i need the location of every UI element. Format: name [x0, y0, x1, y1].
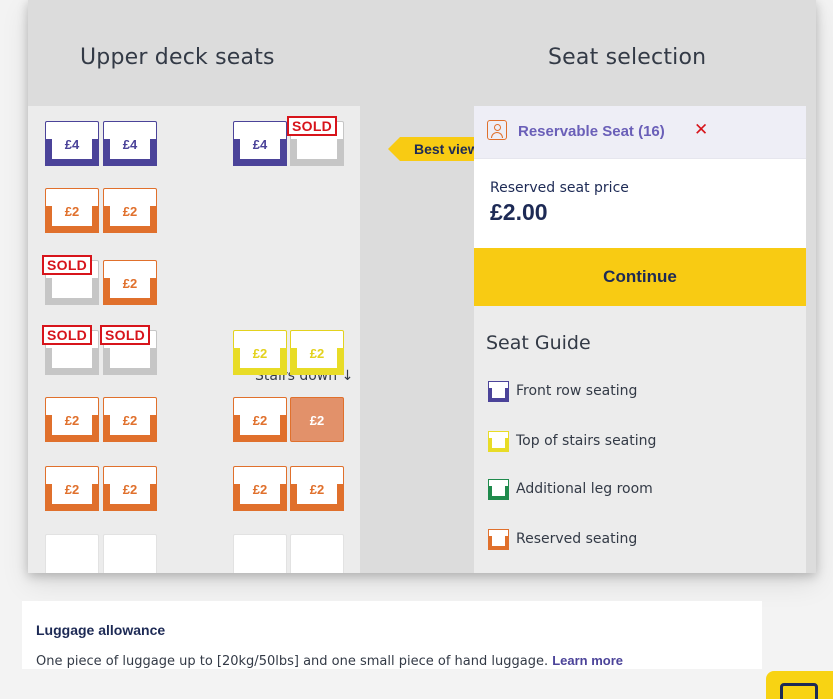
sold-badge: SOLD: [100, 325, 151, 345]
seat[interactable]: £2: [290, 330, 344, 375]
seat-swatch-icon: [488, 529, 509, 550]
seat[interactable]: £2: [45, 397, 99, 442]
seat-price: £2: [252, 346, 268, 361]
luggage-title: Luggage allowance: [36, 622, 166, 638]
seat-sold: SOLD: [42, 325, 99, 375]
seat-price: £2: [122, 276, 138, 291]
seat: [290, 534, 344, 573]
person-icon: [487, 120, 507, 140]
seat-price: £2: [122, 413, 138, 428]
close-icon[interactable]: ✕: [694, 120, 708, 140]
price-label: Reserved seat price: [490, 180, 629, 196]
selected-seat-info: Reservable Seat (16) ✕ Reserved seat pri…: [474, 106, 806, 248]
seat-price: £2: [252, 413, 268, 428]
selection-title: Seat selection: [548, 45, 707, 70]
seat-selection-panel: Reservable Seat (16) ✕ Reserved seat pri…: [474, 106, 806, 573]
seat-price: £2: [64, 413, 80, 428]
seat[interactable]: £4: [103, 121, 157, 166]
seat[interactable]: £2: [290, 466, 344, 511]
guide-item-label: Additional leg room: [516, 481, 653, 497]
chat-widget-icon[interactable]: [766, 671, 833, 699]
seat[interactable]: £2: [290, 397, 344, 442]
seat-price: £2: [309, 482, 325, 497]
seat-price: £2: [252, 482, 268, 497]
seat[interactable]: £4: [45, 121, 99, 166]
seat: [233, 534, 287, 573]
seat-price: £2: [122, 482, 138, 497]
seat-guide: Seat Guide Front row seating Top of stair…: [474, 306, 806, 573]
seat-price: £4: [252, 137, 268, 152]
seat[interactable]: £2: [45, 466, 99, 511]
seat-deck: Stairs down ↓ £4 £4 £4 SOLD £2 £2 SOLD £2 SOLD SO…: [28, 106, 360, 573]
seat[interactable]: £2: [233, 466, 287, 511]
seat-price: £2: [309, 413, 325, 428]
sold-badge: SOLD: [287, 116, 338, 136]
seat[interactable]: £2: [103, 466, 157, 511]
seat-guide-title: Seat Guide: [486, 332, 591, 354]
seat-map-panel: Upper deck seats Seat selection Stairs d…: [28, 0, 816, 573]
seat-sold: SOLD: [100, 325, 157, 375]
seat-swatch-icon: [488, 431, 509, 452]
seat-sold: SOLD: [42, 255, 99, 305]
seat-price: £2: [64, 204, 80, 219]
seat: [45, 534, 99, 573]
guide-item-label: Reserved seating: [516, 531, 638, 547]
guide-item-label: Front row seating: [516, 383, 638, 399]
seat-swatch-icon: [488, 381, 509, 402]
guide-item-label: Top of stairs seating: [516, 433, 657, 449]
seat-price: £2: [309, 346, 325, 361]
seat: [103, 534, 157, 573]
seat[interactable]: £2: [103, 188, 157, 233]
seat[interactable]: £4: [233, 121, 287, 166]
sold-badge: SOLD: [42, 255, 93, 275]
seat-price: £2: [122, 204, 138, 219]
continue-button[interactable]: Continue: [474, 248, 806, 306]
selected-seat-chip: Reservable Seat (16) ✕: [474, 106, 806, 159]
price-value: £2.00: [490, 199, 548, 225]
seat[interactable]: £2: [103, 397, 157, 442]
selected-seat-label: Reservable Seat (16): [518, 123, 665, 140]
seat-sold: SOLD: [287, 116, 344, 166]
seat[interactable]: £2: [103, 260, 157, 305]
seat-price: £2: [64, 482, 80, 497]
sold-badge: SOLD: [42, 325, 93, 345]
luggage-allowance: Luggage allowance One piece of luggage u…: [22, 601, 762, 669]
seat[interactable]: £2: [45, 188, 99, 233]
deck-title: Upper deck seats: [80, 45, 275, 70]
seat-price: £4: [122, 137, 138, 152]
learn-more-link[interactable]: Learn more: [552, 653, 623, 668]
seat-price: £4: [64, 137, 80, 152]
seat[interactable]: £2: [233, 397, 287, 442]
seat[interactable]: £2: [233, 330, 287, 375]
luggage-text: One piece of luggage up to [20kg/50lbs] …: [36, 653, 624, 669]
seat-swatch-icon: [488, 479, 509, 500]
